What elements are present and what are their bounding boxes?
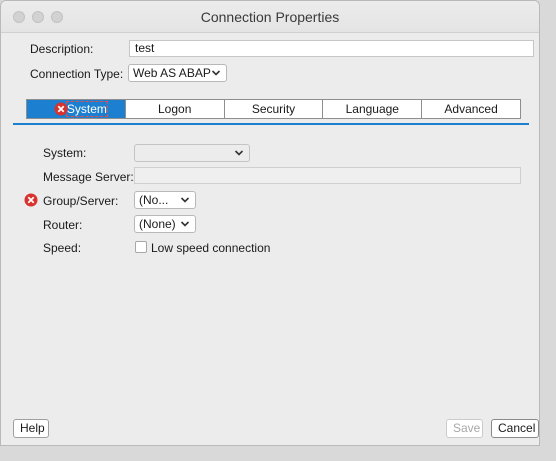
tab-logon-label: Logon	[158, 102, 192, 116]
description-field[interactable]: test	[129, 40, 534, 57]
cancel-button[interactable]: Cancel	[491, 419, 539, 438]
tab-security-label: Security	[251, 102, 296, 116]
system-select[interactable]	[134, 144, 250, 162]
title-bar: Connection Properties	[1, 1, 539, 33]
connection-type-select[interactable]: Web AS ABAP	[128, 64, 227, 82]
tab-system[interactable]: System	[27, 100, 125, 118]
tab-language[interactable]: Language	[322, 100, 421, 118]
system-label: System:	[43, 146, 87, 160]
error-icon	[24, 193, 38, 207]
tab-security[interactable]: Security	[223, 100, 323, 118]
window-title: Connection Properties	[200, 9, 340, 25]
tab-language-label: Language	[345, 102, 399, 116]
tab-bar: System Logon Security Language Advanced	[26, 99, 521, 119]
router-value: (None)	[139, 217, 176, 231]
description-label: Description:	[30, 42, 94, 56]
description-value: test	[135, 41, 155, 55]
tab-advanced[interactable]: Advanced	[421, 100, 520, 118]
error-icon	[54, 102, 68, 116]
message-server-field[interactable]	[134, 167, 521, 184]
connection-type-label: Connection Type:	[30, 67, 124, 81]
help-button[interactable]: Help	[13, 419, 49, 438]
chevron-down-icon	[180, 197, 190, 203]
tab-system-label: System	[65, 101, 108, 117]
save-button[interactable]: Save	[446, 419, 483, 438]
connection-type-value: Web AS ABAP	[133, 66, 211, 80]
chevron-down-icon	[180, 221, 190, 227]
tab-logon[interactable]: Logon	[124, 100, 224, 118]
group-server-label: Group/Server:	[43, 194, 119, 208]
group-server-select[interactable]: (No...	[134, 191, 196, 209]
low-speed-checkbox[interactable]	[135, 241, 147, 253]
message-server-label: Message Server:	[43, 170, 134, 184]
low-speed-label: Low speed connection	[151, 241, 271, 255]
group-server-value: (No...	[139, 193, 169, 207]
tab-advanced-label: Advanced	[444, 102, 498, 116]
connection-properties-window: Connection Properties Description: test …	[0, 0, 540, 446]
router-label: Router:	[43, 218, 83, 232]
router-select[interactable]: (None)	[134, 215, 196, 233]
chevron-down-icon	[234, 150, 244, 156]
tab-panel-divider	[13, 123, 529, 125]
speed-label: Speed:	[43, 241, 82, 255]
chevron-down-icon	[211, 70, 221, 76]
